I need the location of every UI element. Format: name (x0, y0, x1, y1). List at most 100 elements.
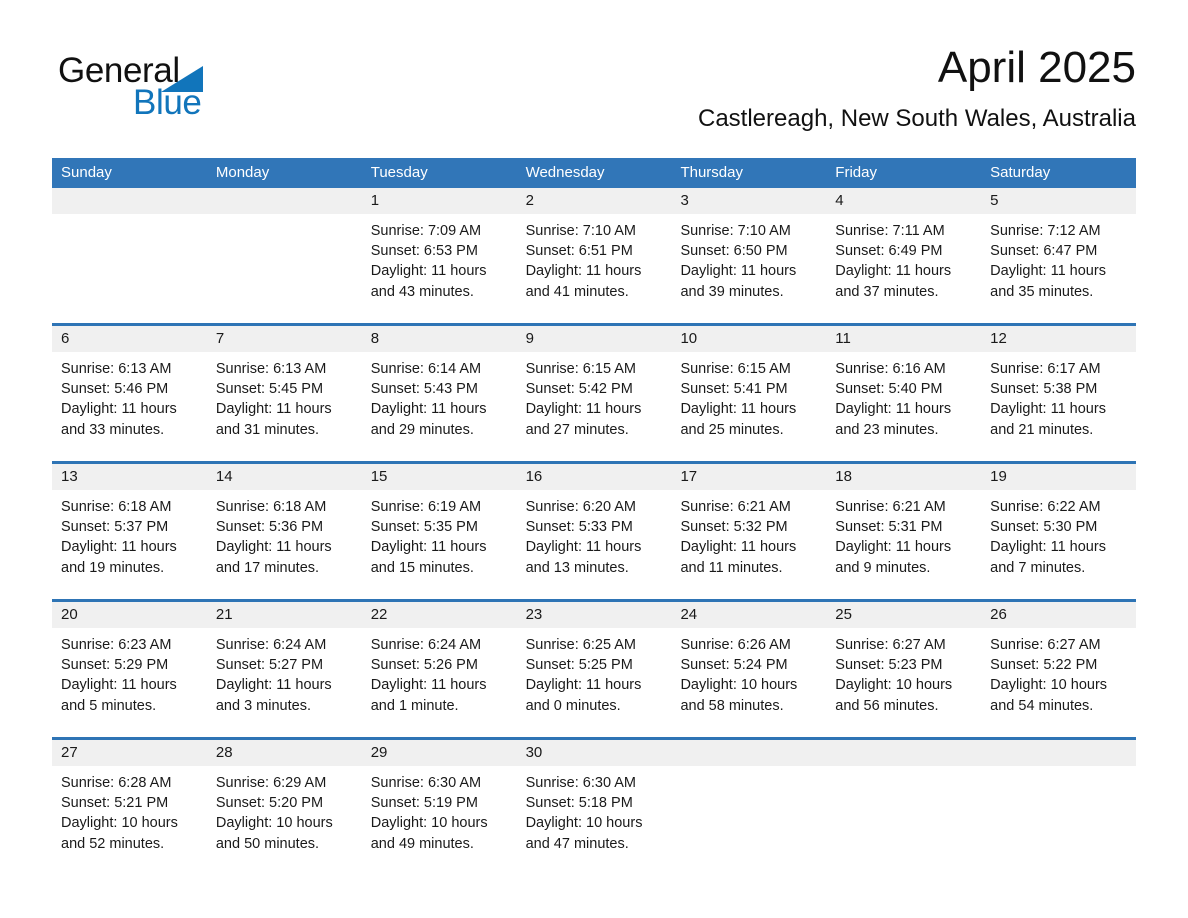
sunset-text: Sunset: 5:29 PM (61, 657, 169, 674)
day-number-19[interactable]: 19 (981, 464, 1136, 490)
calendar-week-row: 20 21 22 23 24 25 26 Sunrise: 6:23 AM Sunset: 5:… (52, 599, 1136, 737)
sunrise-text: Sunrise: 6:13 AM (215, 361, 327, 377)
day-number-12[interactable]: 12 (981, 326, 1136, 352)
day-number-8[interactable]: 8 (362, 326, 517, 352)
day-number-20[interactable]: 20 (52, 602, 207, 628)
sunrise-text: Sunrise: 6:20 AM (525, 499, 636, 515)
sunset-text: Sunset: 5:22 PM (990, 657, 1098, 674)
day-number-16[interactable]: 16 (517, 464, 672, 490)
day-number-2[interactable]: 2 (517, 188, 672, 214)
daylight-text: Daylight: 11 hours and 27 minutes. (525, 401, 642, 438)
day-cell-18[interactable]: Sunrise: 6:21 AM Sunset: 5:31 PM Daylight:… (826, 490, 981, 599)
day-cell-16[interactable]: Sunrise: 6:20 AM Sunset: 5:33 PM Daylight:… (517, 490, 672, 599)
day-cell-21[interactable]: Sunrise: 6:24 AM Sunset: 5:27 PM Daylight:… (207, 628, 362, 737)
day-cell-5[interactable]: Sunrise: 7:12 AM Sunset: 6:47 PM Daylight:… (981, 214, 1136, 323)
day-number-1[interactable]: 1 (362, 188, 517, 214)
day-cell-6[interactable]: Sunrise: 6:13 AM Sunset: 5:46 PM Daylight:… (52, 352, 207, 461)
day-number-band: 13 14 15 16 17 18 19 (52, 464, 1136, 490)
sunset-text: Sunset: 5:21 PM (61, 795, 169, 812)
day-number-17[interactable]: 17 (671, 464, 826, 490)
day-number-5[interactable]: 5 (981, 188, 1136, 214)
day-cell-4[interactable]: Sunrise: 7:11 AM Sunset: 6:49 PM Daylight:… (826, 214, 981, 323)
day-cell-12[interactable]: Sunrise: 6:17 AM Sunset: 5:38 PM Daylight:… (981, 352, 1136, 461)
day-number-21[interactable]: 21 (207, 602, 362, 628)
day-cell-3[interactable]: Sunrise: 7:10 AM Sunset: 6:50 PM Daylight:… (671, 214, 826, 323)
daylight-text: Daylight: 11 hours and 9 minutes. (835, 539, 952, 576)
sunset-text: Sunset: 6:53 PM (370, 243, 478, 260)
daylight-text: Daylight: 10 hours and 49 minutes. (370, 815, 488, 852)
day-cell-7[interactable]: Sunrise: 6:13 AM Sunset: 5:45 PM Daylight:… (207, 352, 362, 461)
weekday-header-tuesday: Tuesday (370, 164, 428, 181)
sunset-text: Sunset: 5:38 PM (990, 381, 1098, 398)
day-cell-11[interactable]: Sunrise: 6:16 AM Sunset: 5:40 PM Daylight:… (826, 352, 981, 461)
sunrise-text: Sunrise: 6:18 AM (215, 499, 327, 515)
page-title: April 2025 (937, 43, 1136, 92)
day-cell-14[interactable]: Sunrise: 6:18 AM Sunset: 5:36 PM Daylight:… (207, 490, 362, 599)
day-number-band: 12345 (52, 188, 1136, 214)
day-cell-27[interactable]: Sunrise: 6:28 AM Sunset: 5:21 PM Daylight:… (52, 766, 207, 875)
day-cell-25[interactable]: Sunrise: 6:27 AM Sunset: 5:23 PM Daylight:… (826, 628, 981, 737)
day-number-14[interactable]: 14 (207, 464, 362, 490)
daylight-text: Daylight: 10 hours and 54 minutes. (990, 677, 1108, 714)
sunrise-text: Sunrise: 6:14 AM (370, 361, 482, 377)
sunrise-text: Sunrise: 7:10 AM (525, 223, 636, 239)
day-cell-29[interactable]: Sunrise: 6:30 AM Sunset: 5:19 PM Daylight:… (362, 766, 517, 875)
sunrise-text: Sunrise: 6:15 AM (680, 361, 791, 377)
day-cell-10[interactable]: Sunrise: 6:15 AM Sunset: 5:41 PM Daylight:… (671, 352, 826, 461)
weekday-header-saturday: Saturday (990, 164, 1051, 181)
day-number-28[interactable]: 28 (207, 740, 362, 766)
day-number-27[interactable]: 27 (52, 740, 207, 766)
day-cell-8[interactable]: Sunrise: 6:14 AM Sunset: 5:43 PM Daylight:… (362, 352, 517, 461)
day-number-26[interactable]: 26 (981, 602, 1136, 628)
daylight-text: Daylight: 11 hours and 0 minutes. (525, 677, 642, 714)
day-cell-13[interactable]: Sunrise: 6:18 AM Sunset: 5:37 PM Daylight:… (52, 490, 207, 599)
weekday-header-friday: Friday (835, 164, 877, 181)
day-cell-22[interactable]: Sunrise: 6:24 AM Sunset: 5:26 PM Daylight:… (362, 628, 517, 737)
day-cell-30[interactable]: Sunrise: 6:30 AM Sunset: 5:18 PM Daylight:… (517, 766, 672, 875)
sunset-text: Sunset: 5:41 PM (680, 381, 788, 398)
day-number-6[interactable]: 6 (52, 326, 207, 352)
day-cell-26[interactable]: Sunrise: 6:27 AM Sunset: 5:22 PM Daylight:… (981, 628, 1136, 737)
day-number-11[interactable]: 11 (826, 326, 981, 352)
day-number-4[interactable]: 4 (826, 188, 981, 214)
day-number-13[interactable]: 13 (52, 464, 207, 490)
day-cell-1[interactable]: Sunrise: 7:09 AM Sunset: 6:53 PM Daylight:… (362, 214, 517, 323)
day-detail-band: Sunrise: 6:18 AM Sunset: 5:37 PM Daylight:… (52, 490, 1136, 599)
day-number-22[interactable]: 22 (362, 602, 517, 628)
daylight-text: Daylight: 11 hours and 33 minutes. (61, 401, 177, 438)
logo-text-blue: Blue (133, 83, 202, 122)
day-cell-23[interactable]: Sunrise: 6:25 AM Sunset: 5:25 PM Daylight:… (517, 628, 672, 737)
day-number-band: 6 7 8 9 10 11 12 (52, 326, 1136, 352)
day-number-15[interactable]: 15 (362, 464, 517, 490)
sunset-text: Sunset: 5:31 PM (835, 519, 943, 536)
sunset-text: Sunset: 5:46 PM (61, 381, 169, 398)
daylight-text: Daylight: 11 hours and 7 minutes. (990, 539, 1106, 576)
sunset-text: Sunset: 5:42 PM (525, 381, 633, 398)
day-cell-17[interactable]: Sunrise: 6:21 AM Sunset: 5:32 PM Daylight:… (671, 490, 826, 599)
day-number-25[interactable]: 25 (826, 602, 981, 628)
sunset-text: Sunset: 5:33 PM (525, 519, 633, 536)
day-number-empty (826, 740, 981, 766)
day-number-23[interactable]: 23 (517, 602, 672, 628)
day-cell-2[interactable]: Sunrise: 7:10 AM Sunset: 6:51 PM Daylight:… (517, 214, 672, 323)
day-number-24[interactable]: 24 (671, 602, 826, 628)
daylight-text: Daylight: 11 hours and 3 minutes. (215, 677, 332, 714)
day-cell-28[interactable]: Sunrise: 6:29 AM Sunset: 5:20 PM Daylight:… (207, 766, 362, 875)
day-number-band: 20 21 22 23 24 25 26 (52, 602, 1136, 628)
daylight-text: Daylight: 11 hours and 25 minutes. (680, 401, 797, 438)
day-cell-9[interactable]: Sunrise: 6:15 AM Sunset: 5:42 PM Daylight:… (517, 352, 672, 461)
day-cell-24[interactable]: Sunrise: 6:26 AM Sunset: 5:24 PM Daylight:… (671, 628, 826, 737)
day-number-3[interactable]: 3 (671, 188, 826, 214)
calendar-week-row: 1 2 3 4 5 Sunrise: 7:09 AM Sunset: 6:53 PM Dayl… (52, 188, 1136, 323)
day-number-29[interactable]: 29 (362, 740, 517, 766)
day-cell-15[interactable]: Sunrise: 6:19 AM Sunset: 5:35 PM Daylight:… (362, 490, 517, 599)
day-cell-19[interactable]: Sunrise: 6:22 AM Sunset: 5:30 PM Daylight:… (981, 490, 1136, 599)
sunrise-text: Sunrise: 7:09 AM (370, 223, 482, 239)
day-cell-20[interactable]: Sunrise: 6:23 AM Sunset: 5:29 PM Daylight:… (52, 628, 207, 737)
day-number-7[interactable]: 7 (207, 326, 362, 352)
sunset-text: Sunset: 5:25 PM (525, 657, 633, 674)
day-number-18[interactable]: 18 (826, 464, 981, 490)
day-number-30[interactable]: 30 (517, 740, 672, 766)
day-number-9[interactable]: 9 (517, 326, 672, 352)
day-number-10[interactable]: 10 (671, 326, 826, 352)
